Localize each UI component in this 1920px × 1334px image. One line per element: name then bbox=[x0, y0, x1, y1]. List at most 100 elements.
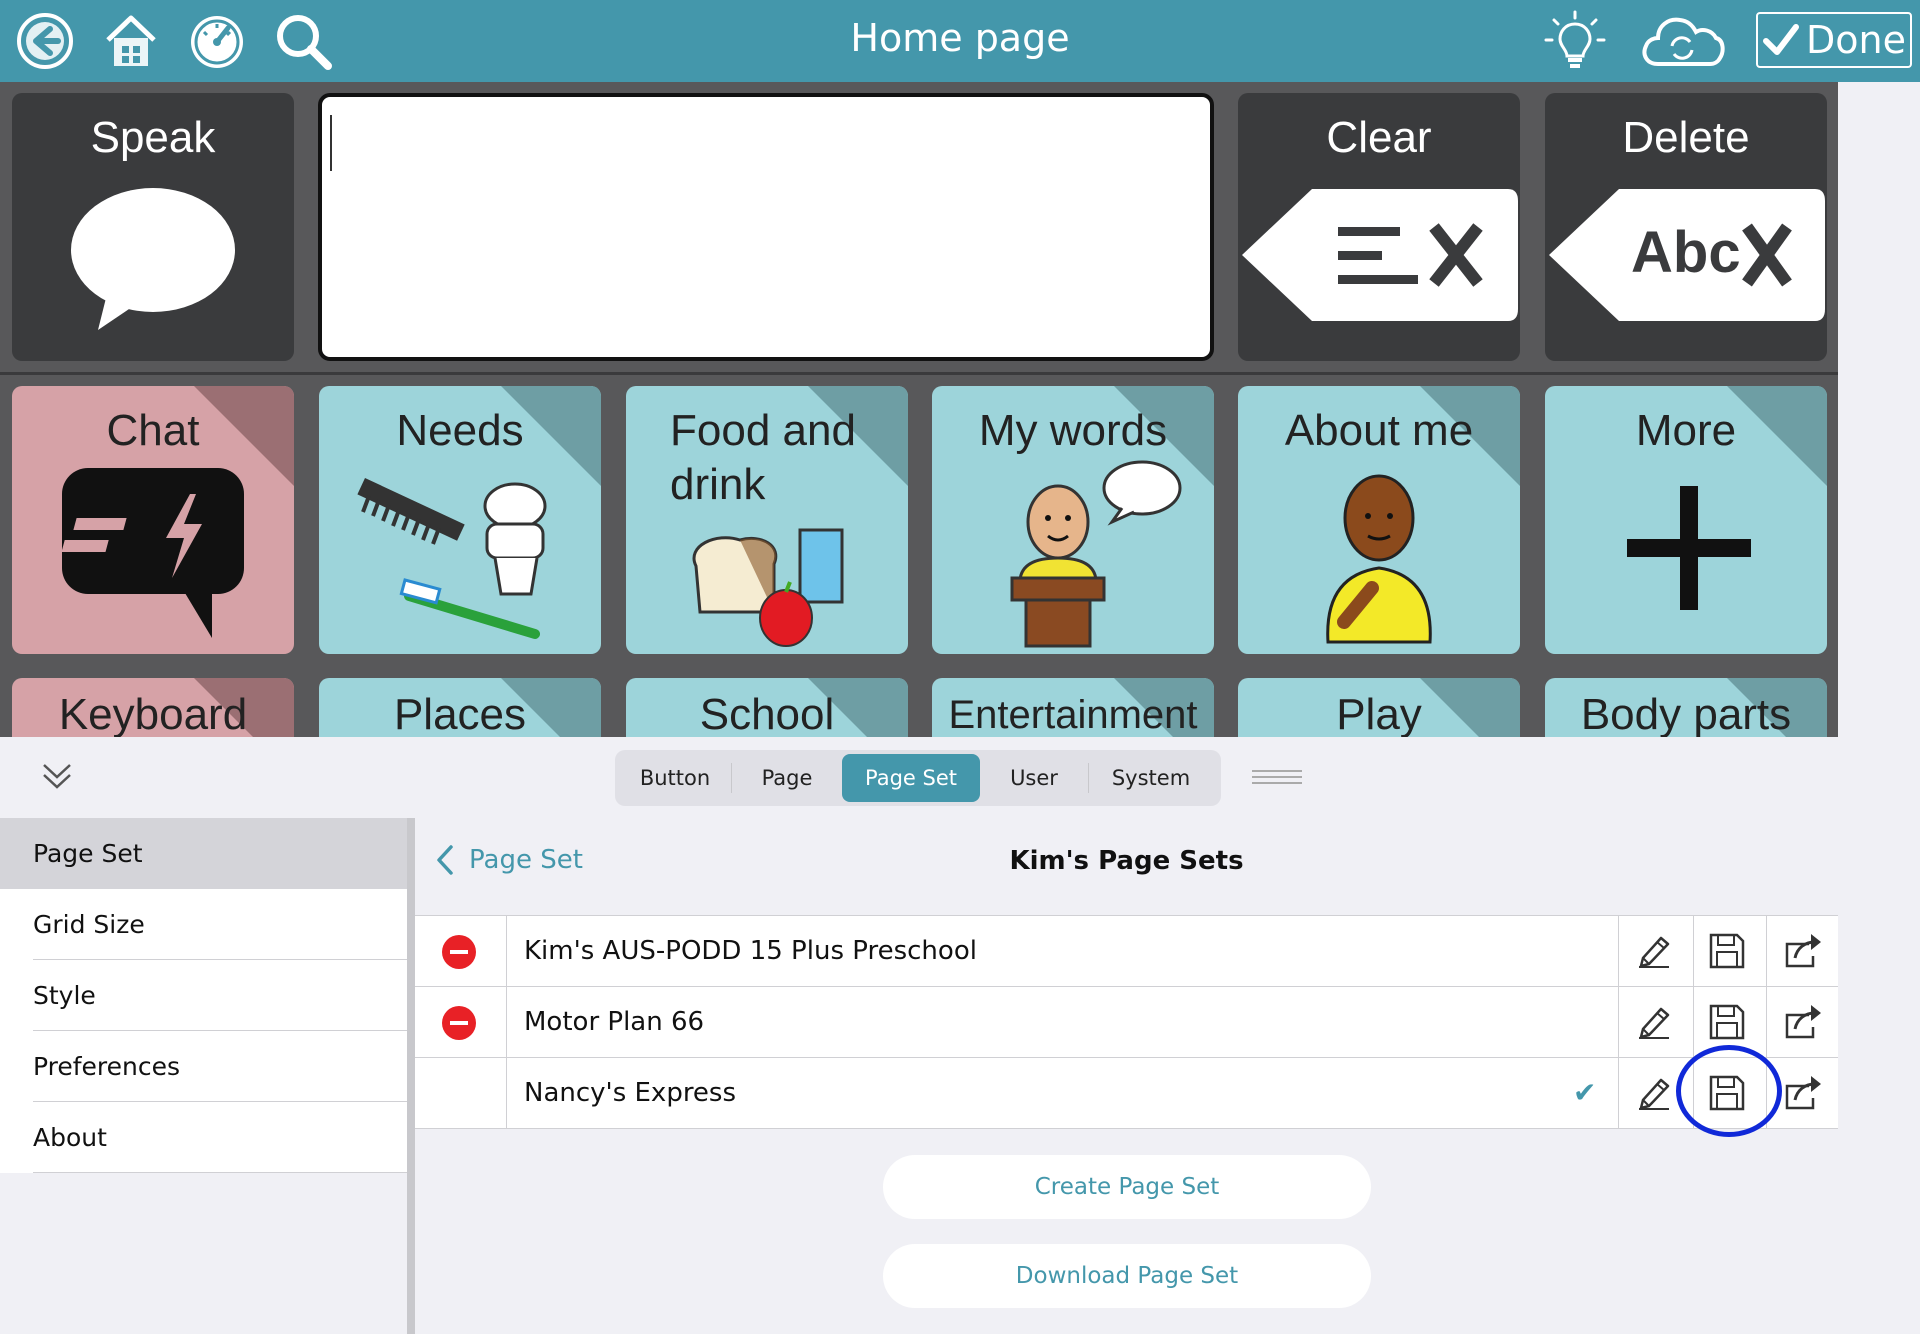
more-label: More bbox=[1635, 406, 1737, 455]
clear-button[interactable]: Clear bbox=[1238, 93, 1520, 361]
create-page-set-button[interactable]: Create Page Set bbox=[883, 1155, 1371, 1219]
page-set-name: Motor Plan 66 bbox=[524, 1007, 705, 1037]
done-label: Done bbox=[1806, 18, 1906, 62]
list-item[interactable]: Motor Plan 66 bbox=[415, 987, 1838, 1058]
bread-apple-cup-icon bbox=[692, 528, 844, 647]
clear-label: Clear bbox=[1326, 113, 1432, 162]
text-caret bbox=[330, 115, 332, 171]
food-and-drink-folder[interactable]: Food and drink bbox=[626, 386, 908, 654]
speak-button[interactable]: Speak bbox=[12, 93, 294, 361]
page-set-name: Nancy's Express bbox=[524, 1078, 737, 1108]
share-export-icon[interactable] bbox=[1781, 932, 1823, 970]
clear-text-icon bbox=[1242, 189, 1518, 321]
person-podium-speech-icon bbox=[1010, 460, 1182, 648]
page-title: Home page bbox=[850, 16, 1070, 60]
content-nav-bar: Page Set Kim's Page Sets bbox=[415, 818, 1838, 914]
download-page-set-button[interactable]: Download Page Set bbox=[883, 1244, 1371, 1308]
speech-bubble-icon bbox=[71, 188, 235, 330]
search-icon[interactable] bbox=[268, 6, 338, 76]
sidebar-item-about[interactable]: About bbox=[0, 1102, 407, 1173]
sidebar-item-label: Grid Size bbox=[33, 910, 145, 939]
delete-button[interactable]: Delete Abc bbox=[1545, 93, 1827, 361]
selected-check-icon: ✔ bbox=[1573, 1076, 1597, 1109]
delete-glyph: Abc bbox=[1631, 220, 1741, 285]
share-export-icon[interactable] bbox=[1781, 1074, 1823, 1112]
collapse-chevron-icon[interactable] bbox=[40, 759, 74, 793]
play-label: Play bbox=[1336, 690, 1422, 737]
body-parts-folder[interactable]: Body parts bbox=[1545, 678, 1827, 737]
tab-button[interactable]: Button bbox=[619, 754, 731, 802]
done-button[interactable]: Done bbox=[1756, 12, 1912, 68]
my-words-folder[interactable]: My words bbox=[932, 386, 1214, 654]
keyboard-label: Keyboard bbox=[58, 690, 248, 737]
tab-system[interactable]: System bbox=[1089, 754, 1213, 802]
pencil-icon[interactable] bbox=[1635, 1003, 1673, 1041]
sidebar-item-label: Style bbox=[33, 981, 96, 1010]
tab-user[interactable]: User bbox=[980, 754, 1088, 802]
message-window[interactable] bbox=[318, 93, 1214, 361]
chat-icon bbox=[62, 468, 244, 638]
list-item[interactable]: Kim's AUS-PODD 15 Plus Preschool bbox=[415, 916, 1838, 987]
sidebar-divider bbox=[407, 818, 415, 1334]
pencil-icon[interactable] bbox=[1635, 932, 1673, 970]
about-me-folder[interactable]: About me bbox=[1238, 386, 1520, 654]
delete-label: Delete bbox=[1622, 113, 1750, 162]
list-item[interactable]: Nancy's Express ✔ bbox=[415, 1058, 1838, 1129]
speak-label: Speak bbox=[90, 113, 216, 162]
chat-folder[interactable]: Chat bbox=[12, 386, 294, 654]
content-title: Kim's Page Sets bbox=[1009, 846, 1244, 876]
grid-divider bbox=[0, 372, 1838, 375]
sidebar-item-label: About bbox=[33, 1123, 107, 1152]
save-disk-icon[interactable] bbox=[1708, 932, 1746, 970]
page-set-name: Kim's AUS-PODD 15 Plus Preschool bbox=[524, 936, 977, 966]
about-me-label: About me bbox=[1284, 406, 1474, 455]
top-bar: Home page Done bbox=[0, 0, 1920, 82]
person-pointing-self-icon bbox=[1326, 474, 1432, 644]
sidebar-item-page-set[interactable]: Page Set bbox=[0, 818, 407, 889]
entertainment-folder[interactable]: Entertainment bbox=[932, 678, 1214, 737]
pencil-icon[interactable] bbox=[1635, 1074, 1673, 1112]
places-label: Places bbox=[393, 690, 527, 737]
my-words-label: My words bbox=[978, 406, 1168, 455]
tab-page-set[interactable]: Page Set bbox=[842, 754, 980, 802]
page-set-list: Kim's AUS-PODD 15 Plus Preschool Motor P… bbox=[415, 915, 1838, 1129]
right-margin bbox=[1838, 82, 1920, 1334]
plus-icon bbox=[1627, 486, 1751, 610]
sidebar-item-label: Preferences bbox=[33, 1052, 181, 1081]
school-label: School bbox=[699, 690, 835, 737]
settings-header: Button Page Page Set User System bbox=[0, 737, 1838, 818]
entertainment-label: Entertainment bbox=[948, 693, 1198, 737]
keyboard-folder[interactable]: Keyboard bbox=[12, 678, 294, 737]
places-folder[interactable]: Places bbox=[319, 678, 601, 737]
dashboard-icon[interactable] bbox=[182, 6, 252, 76]
needs-label: Needs bbox=[396, 406, 524, 455]
checkmark-icon bbox=[1763, 24, 1799, 55]
tab-page[interactable]: Page bbox=[732, 754, 842, 802]
home-icon[interactable] bbox=[96, 6, 166, 76]
settings-tabs: Button Page Page Set User System bbox=[615, 750, 1221, 806]
cloud-sync-icon[interactable] bbox=[1636, 6, 1728, 76]
comb-toilet-toothbrush-icon bbox=[357, 478, 547, 639]
settings-sidebar: Page Set Grid Size Style Preferences Abo… bbox=[0, 818, 407, 1334]
sidebar-item-label: Page Set bbox=[33, 839, 143, 868]
delete-minus-icon[interactable] bbox=[442, 1006, 476, 1040]
sidebar-item-style[interactable]: Style bbox=[0, 960, 407, 1031]
needs-folder[interactable]: Needs bbox=[319, 386, 601, 654]
highlight-circle bbox=[1676, 1045, 1782, 1137]
communication-grid: Speak Clear Delete Abc Chat Needs Food a… bbox=[0, 82, 1838, 737]
page-set-content: Page Set Kim's Page Sets Kim's AUS-PODD … bbox=[415, 818, 1838, 1334]
play-folder[interactable]: Play bbox=[1238, 678, 1520, 737]
food-and-drink-label: Food and drink bbox=[670, 406, 856, 509]
more-folder[interactable]: More bbox=[1545, 386, 1827, 654]
back-arrow-icon[interactable] bbox=[10, 6, 80, 76]
school-folder[interactable]: School bbox=[626, 678, 908, 737]
share-export-icon[interactable] bbox=[1781, 1003, 1823, 1041]
chat-label: Chat bbox=[106, 406, 200, 455]
delete-minus-icon[interactable] bbox=[442, 935, 476, 969]
save-disk-icon[interactable] bbox=[1708, 1003, 1746, 1041]
sidebar-item-preferences[interactable]: Preferences bbox=[0, 1031, 407, 1102]
drag-handle-line bbox=[1252, 776, 1302, 778]
lightbulb-icon[interactable] bbox=[1540, 6, 1610, 76]
sidebar-item-grid-size[interactable]: Grid Size bbox=[0, 889, 407, 960]
body-parts-label: Body parts bbox=[1580, 690, 1792, 737]
